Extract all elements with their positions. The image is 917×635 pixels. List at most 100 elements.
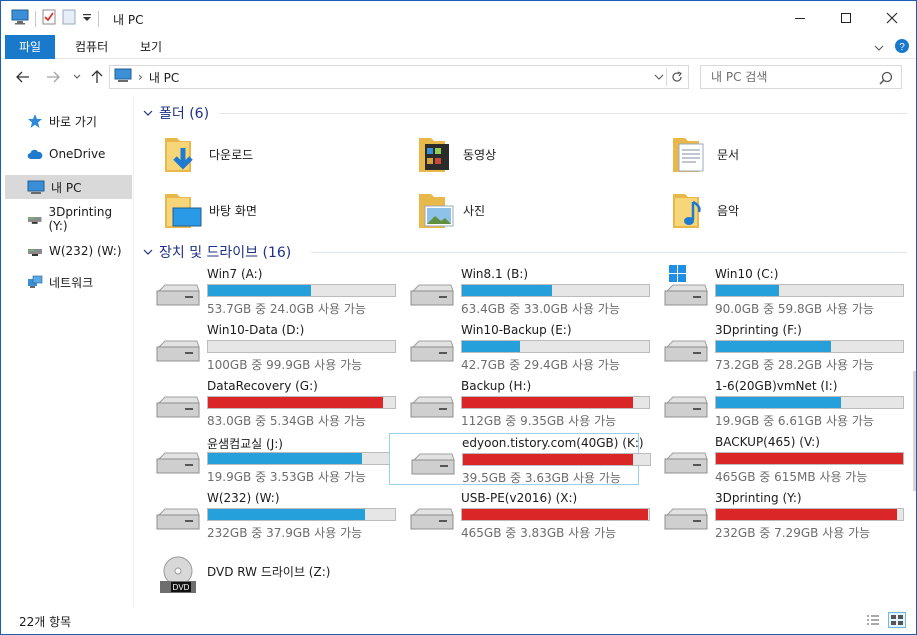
item-count: 22개 항목 (19, 615, 72, 629)
refresh-button[interactable] (666, 68, 686, 86)
recent-locations-button[interactable] (67, 67, 87, 87)
svg-text:?: ? (899, 42, 905, 53)
tiles-view-button[interactable] (888, 612, 906, 628)
drive-usage-bar (715, 508, 904, 521)
folder-desktop[interactable]: 바탕 화면 (135, 185, 385, 235)
hard-drive-icon (155, 507, 201, 533)
drive-dvd[interactable]: DVD DVD RW 드라이브 (Z:) (135, 551, 385, 601)
drive-tile[interactable]: Win8.1 (B:) 63.4GB 중 33.0GB 사용 가능 (389, 265, 651, 317)
drive-tile[interactable]: 3Dprinting (Y:) 232GB 중 7.29GB 사용 가능 (643, 489, 905, 541)
folder-documents[interactable]: 문서 (643, 129, 893, 179)
drive-free-space: 19.9GB 중 6.61GB 사용 가능 (715, 414, 874, 428)
drive-name: 3Dprinting (Y:) (715, 491, 802, 505)
maximize-button[interactable] (823, 1, 869, 35)
drive-free-space: 63.4GB 중 33.0GB 사용 가능 (461, 302, 620, 316)
arrow-up-icon (91, 70, 103, 83)
drive-name: Backup (H:) (461, 379, 532, 393)
close-icon (886, 12, 898, 24)
sidebar-item-network[interactable]: 네트워크 (5, 270, 132, 294)
music-folder-icon (669, 188, 713, 232)
folder-music[interactable]: 음악 (643, 185, 893, 235)
sidebar-item-this-pc[interactable]: 내 PC (5, 175, 132, 199)
drive-usage-fill (208, 509, 365, 520)
forward-button[interactable] (43, 67, 63, 87)
drive-tile[interactable]: BACKUP(465) (V:) 465GB 중 615MB 사용 가능 (643, 433, 905, 485)
customize-qat-icon[interactable] (82, 12, 92, 26)
up-button[interactable] (87, 67, 107, 87)
folder-pictures[interactable]: 사진 (389, 185, 639, 235)
sidebar-item-drive-y[interactable]: 3Dprinting (Y:) (5, 205, 132, 233)
videos-folder-icon (415, 132, 459, 176)
new-folder-icon[interactable] (62, 9, 76, 28)
drive-tile[interactable]: edyoon.tistory.com(40GB) (K:) 39.5GB 중 3.… (389, 433, 651, 485)
minimize-button[interactable] (777, 1, 823, 35)
drive-name: DVD RW 드라이브 (Z:) (207, 565, 331, 579)
sidebar-item-quick-access[interactable]: 바로 가기 (5, 109, 132, 133)
drive-name: Win10-Data (D:) (207, 323, 305, 337)
sidebar-item-drive-w[interactable]: W(232) (W:) (5, 239, 132, 263)
tab-file[interactable]: 파일 (5, 35, 56, 59)
folder-label: 음악 (717, 203, 740, 218)
breadcrumb[interactable]: 내 PC (149, 69, 179, 86)
sidebar-item-onedrive[interactable]: OneDrive (5, 142, 132, 166)
hard-drive-icon (410, 452, 456, 478)
help-icon[interactable]: ? (894, 38, 910, 57)
explorer-window: 내 PC 파일 컴퓨터 보기 ? › 내 PC 내 PC 검색 바로 가기 On… (0, 0, 917, 635)
drive-usage-fill (716, 453, 903, 464)
drive-tile[interactable]: Win10-Backup (E:) 42.7GB 중 29.4GB 사용 가능 (389, 321, 651, 373)
folder-downloads[interactable]: 다운로드 (135, 129, 385, 179)
chevron-down-icon[interactable] (654, 70, 664, 84)
address-bar[interactable]: › 내 PC (109, 65, 689, 89)
search-input[interactable]: 내 PC 검색 (700, 65, 902, 89)
documents-folder-icon (669, 132, 713, 176)
expand-ribbon-icon[interactable] (874, 41, 884, 55)
computer-icon (114, 68, 132, 86)
details-view-icon (867, 615, 879, 625)
drive-tile[interactable]: DataRecovery (G:) 83.0GB 중 5.34GB 사용 가능 (135, 377, 397, 429)
drive-tile[interactable]: W(232) (W:) 232GB 중 37.9GB 사용 가능 (135, 489, 397, 541)
drive-usage-bar (461, 284, 650, 297)
drive-tile[interactable]: Win10-Data (D:) 100GB 중 99.9GB 사용 가능 (135, 321, 397, 373)
drive-tile[interactable]: Backup (H:) 112GB 중 9.35GB 사용 가능 (389, 377, 651, 429)
desktop-folder-icon (161, 188, 205, 232)
hard-drive-icon (663, 507, 709, 533)
drive-tile[interactable]: 윤샘컴교실 (J:) 19.9GB 중 3.53GB 사용 가능 (135, 433, 397, 485)
drive-name: 윤샘컴교실 (J:) (207, 437, 283, 451)
drive-free-space: 112GB 중 9.35GB 사용 가능 (461, 414, 617, 428)
tab-view[interactable]: 보기 (126, 35, 176, 59)
star-icon (28, 114, 42, 128)
drive-free-space: 90.0GB 중 59.8GB 사용 가능 (715, 302, 874, 316)
search-icon[interactable] (879, 70, 893, 92)
close-button[interactable] (869, 1, 915, 35)
details-view-button[interactable] (864, 612, 882, 628)
arrow-right-icon (47, 71, 60, 83)
computer-icon (11, 9, 29, 28)
hard-drive-icon (409, 339, 455, 365)
group-header-drives[interactable]: 장치 및 드라이브 (16) (143, 242, 291, 262)
drive-free-space: 465GB 중 615MB 사용 가능 (715, 470, 868, 484)
drive-tile[interactable]: 3Dprinting (F:) 73.2GB 중 28.2GB 사용 가능 (643, 321, 905, 373)
group-divider (311, 252, 907, 253)
content-pane: 폴더 (6) 다운로드 동영상 문서 바탕 화면 사진 음악 장치 및 드라이브… (135, 97, 914, 607)
drive-tile[interactable]: USB-PE(v2016) (X:) 465GB 중 3.83GB 사용 가능 (389, 489, 651, 541)
folder-label: 바탕 화면 (209, 203, 257, 218)
drive-tile[interactable]: Win7 (A:) 53.7GB 중 24.0GB 사용 가능 (135, 265, 397, 317)
properties-icon[interactable] (42, 9, 56, 28)
quick-access-toolbar (11, 9, 99, 28)
tab-computer[interactable]: 컴퓨터 (61, 35, 122, 59)
group-title: 폴더 (6) (159, 106, 210, 122)
folder-videos[interactable]: 동영상 (389, 129, 639, 179)
drive-name: 1-6(20GB)vmNet (I:) (715, 379, 838, 393)
ribbon-tabs: 파일 컴퓨터 보기 ? (1, 35, 916, 59)
drive-tile[interactable]: 1-6(20GB)vmNet (I:) 19.9GB 중 6.61GB 사용 가능 (643, 377, 905, 429)
sidebar-item-label: 네트워크 (49, 275, 94, 290)
sidebar-item-label: 3Dprinting (Y:) (48, 205, 113, 233)
drive-usage-fill (208, 285, 311, 296)
back-button[interactable] (13, 67, 33, 87)
system-drive-icon (663, 265, 709, 309)
drive-tile[interactable]: Win10 (C:) 90.0GB 중 59.8GB 사용 가능 (643, 265, 905, 317)
hard-drive-icon (663, 395, 709, 421)
sidebar-item-label: 내 PC (51, 180, 82, 195)
group-header-folders[interactable]: 폴더 (6) (143, 103, 209, 123)
sidebar-item-label: OneDrive (49, 147, 106, 161)
